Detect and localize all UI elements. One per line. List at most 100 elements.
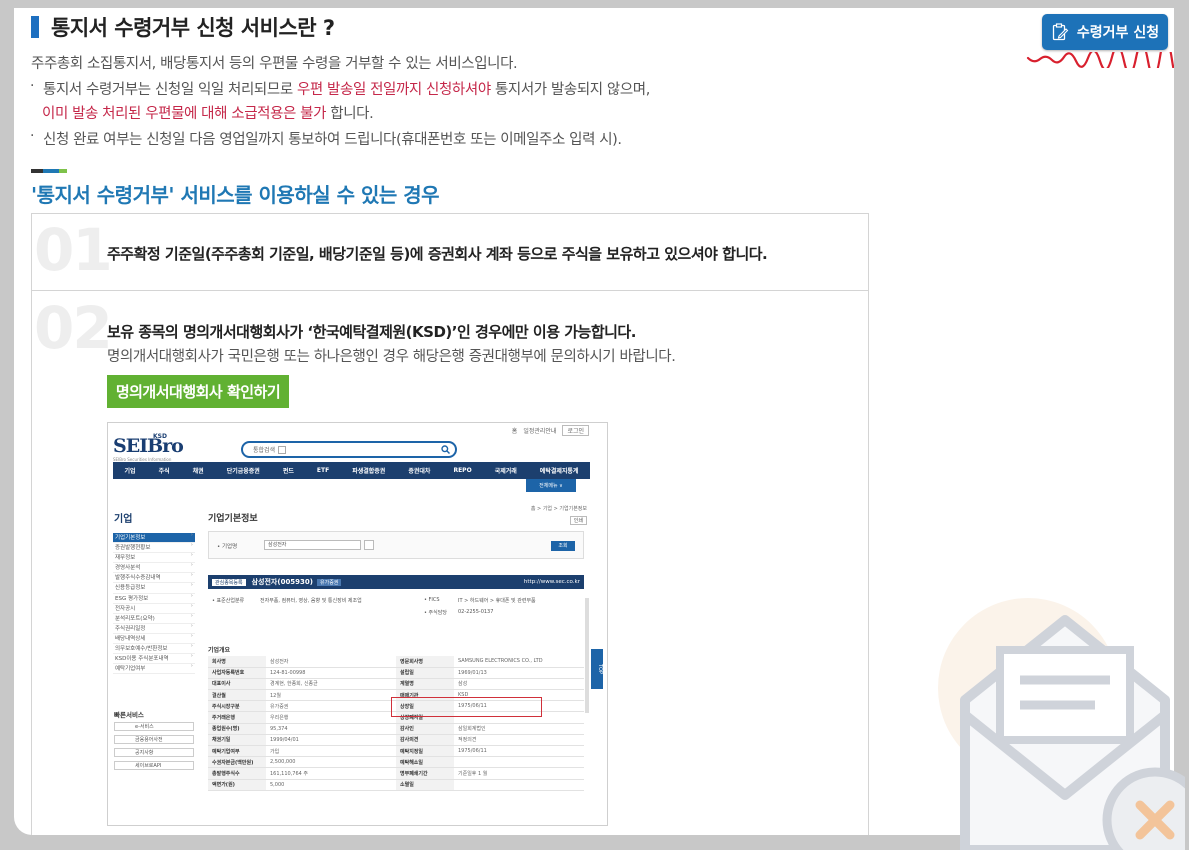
side-item: 의무보호예수/반환정보 (113, 643, 195, 655)
apply-refusal-button[interactable]: 수령거부 신청 (1042, 14, 1168, 50)
overview-row: 예탁기업여부 가입 예탁지정일 1975/06/11 (208, 745, 584, 758)
fics-label: • FICS (424, 597, 440, 603)
side-item: 발행주식수증감내역 (113, 572, 195, 584)
seibro-screenshot: 홈 일정관리안내 로그인 KSD SEIBro SEIBro Securitie… (107, 422, 608, 826)
section-title: '통지서 수령거부' 서비스를 이용하실 수 있는 경우 (31, 183, 440, 207)
quick-item: 금융용어사전 (114, 735, 194, 744)
side-item: 전자공시 (113, 603, 195, 614)
overview-key: 감사의견 (396, 734, 454, 747)
title-accent-bar (31, 16, 39, 38)
conditions-box: 01 주주확정 기준일(주주총회 기준일, 배당기준일 등)에 증권회사 계좌 … (31, 213, 869, 835)
quick-item: 공지사항 (114, 748, 194, 757)
overview-value (454, 779, 584, 791)
section-accent (31, 169, 67, 173)
company-url: http://www.sec.co.kr (523, 579, 580, 585)
side-item: KSD이용 주식분포내역 (113, 653, 195, 665)
ksd-mark: KSD (153, 433, 167, 440)
condition-text: 보유 종목의 명의개서대행회사가 ‘한국예탁결제원(KSD)’인 경우에만 이용… (107, 323, 636, 341)
clipboard-edit-icon (1052, 23, 1069, 41)
overview-value: 경계현, 한종희, 신종균 (266, 678, 396, 691)
nav-item: ETF (316, 467, 330, 474)
print-button: 인쇄 (569, 516, 587, 525)
company-name-input: 삼성전자 (264, 540, 361, 550)
overview-value: 삼일회계법인 (454, 723, 584, 735)
overview-value: 95,374 (266, 723, 396, 735)
search-dropdown (278, 445, 287, 454)
overview-key: 액면가(원) (208, 779, 266, 791)
intro-line-2: 통지서 수령거부는 신청일 익일 처리되므로 우편 발송일 전일까지 신청하셔야… (43, 78, 650, 99)
side-item: 증권발행현황보 (113, 542, 195, 554)
side-title: 기업 (114, 514, 133, 525)
fics-value: IT > 하드웨어 > 휴대폰 및 관련부품 (458, 598, 536, 604)
overview-key: 주식시장구분 (208, 700, 266, 713)
nav-item: 국제거래 (494, 468, 517, 475)
schedule-link: 일정관리안내 (523, 428, 557, 435)
overview-row: 대표이사 경계현, 한종희, 신종균 계열명 삼성 (208, 678, 584, 691)
red-squiggle-underline (1026, 52, 1174, 68)
apply-button-label: 수령거부 신청 (1076, 25, 1160, 41)
overview-row: 사업자등록번호 124-81-00998 설립일 1969/01/13 (208, 667, 584, 679)
nav-item: 기업 (124, 468, 136, 475)
industry-label: • 표준산업분류 (212, 598, 245, 604)
breadcrumb: 홈 > 기업 > 기업기본정보 (530, 506, 587, 512)
nav-item: 채권 (192, 468, 204, 475)
side-item: 분석리포트(요약) (113, 613, 195, 624)
overview-key: 수권자본금(백만원) (208, 756, 266, 769)
side-item: 배당내역상세 (113, 633, 195, 645)
scrollbar (585, 598, 589, 713)
quick-item: e-서비스 (114, 722, 194, 731)
company-name: 삼성전자(005930) (251, 578, 313, 586)
contact-value: 02-2255-0137 (458, 609, 494, 615)
overview-value: 유가증권 (266, 700, 396, 713)
overview-value: 1969/01/13 (454, 667, 584, 679)
overview-key: 명부폐쇄기간 (396, 767, 454, 780)
overview-key: 주거래은행 (208, 711, 266, 724)
overview-row: 회사명 삼성전자 영문회사명 SAMSUNG ELECTRONICS CO., LTD (208, 656, 584, 668)
overview-key: 예탁지정일 (396, 745, 454, 758)
overview-value: 5,000 (266, 779, 396, 791)
overview-value: 기준일후 1 월 (454, 767, 584, 780)
intro-line-2-a: 통지서 수령거부는 신청일 익일 처리되므로 (43, 82, 297, 98)
check-transfer-agent-button[interactable]: 명의개서대행회사 확인하기 (107, 375, 289, 408)
overview-value: 124-81-00998 (266, 667, 396, 679)
overview-key: 예탁기업여부 (208, 745, 266, 758)
overview-value: 161,110,764 주 (266, 767, 396, 780)
overview-key: 대표이사 (208, 678, 266, 691)
industry-value: 전자부품, 컴퓨터, 영상, 음향 및 통신장비 제조업 (260, 598, 362, 604)
overview-title: 기업개요 (208, 647, 231, 654)
company-page-title: 기업기본정보 (208, 514, 258, 524)
overview-key: 결산월 (208, 689, 266, 702)
nav-item: 주식 (158, 468, 170, 475)
overview-value: 삼성전자 (266, 656, 396, 668)
search-label: 통합검색 (253, 447, 276, 454)
overview-key: 영문회사명 (396, 656, 454, 668)
side-item: 재무정보 (113, 552, 195, 564)
overview-key: 계열명 (396, 678, 454, 691)
lookup-button: 조회 (551, 541, 575, 551)
home-link: 홈 (511, 428, 518, 435)
overview-value: 가입 (266, 745, 396, 758)
nav-item: REPO (453, 467, 472, 474)
condition-row-1: 01 주주확정 기준일(주주총회 기준일, 배당기준일 등)에 증권회사 계좌 … (32, 214, 868, 291)
company-search-box: • 기업명 삼성전자 조회 (208, 531, 584, 559)
top-button: TOP (591, 649, 603, 689)
nav-item: 예탁결제지통계 (539, 468, 579, 475)
seibro-logo: KSD SEIBro SEIBro Securities Information… (113, 433, 184, 467)
bullet: · (30, 78, 35, 94)
intro-line-3: 이미 발송 처리된 우편물에 대해 소급적용은 불가 합니다. (42, 102, 374, 123)
overview-key: 종업원수(명) (208, 723, 266, 735)
unified-search: 통합검색 (241, 441, 457, 458)
highlight-box (391, 697, 542, 717)
overview-row: 채권기일 1999/04/01 감사의견 적정의견 (208, 734, 584, 747)
side-menu: 기업기본정보 증권발행현황보 재무정보 경영사분석 발행주식수증감내역 신용등급… (113, 532, 195, 675)
overview-key: 사업자등록번호 (208, 667, 266, 679)
side-item: 기업기본정보 (113, 532, 195, 544)
overview-value: 삼성 (454, 678, 584, 691)
overview-value (454, 756, 584, 769)
overview-value: 12월 (266, 689, 396, 702)
market-tag: 유가증권 (317, 578, 342, 586)
overview-row: 액면가(원) 5,000 소멸일 (208, 779, 584, 791)
condition-number: 01 (34, 216, 113, 284)
nav-item: 증권대차 (408, 468, 431, 475)
contact-label: • 주식담당 (424, 610, 447, 616)
